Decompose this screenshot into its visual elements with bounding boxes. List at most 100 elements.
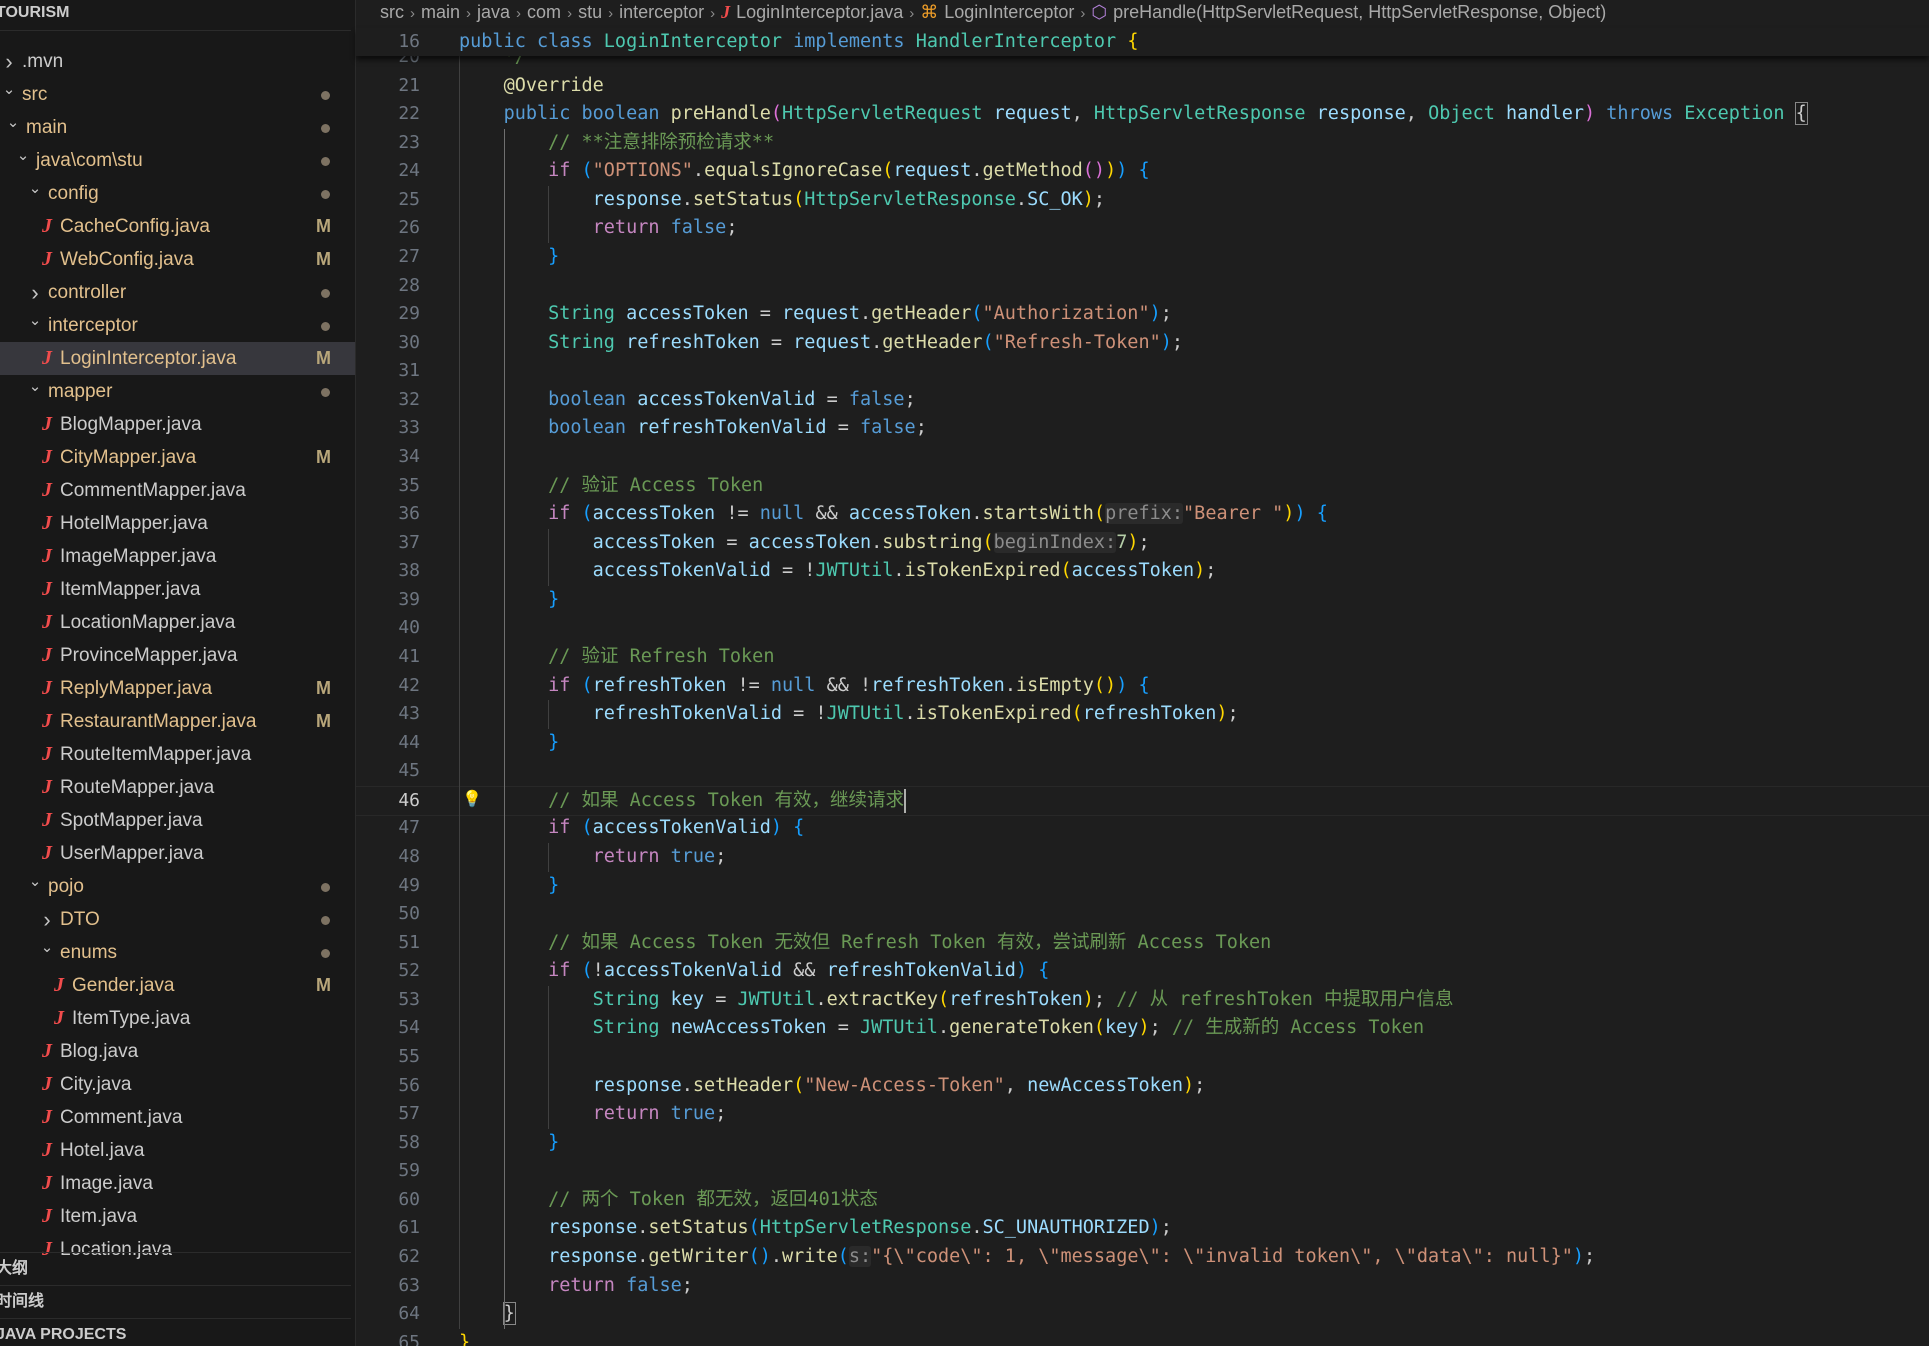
code-line[interactable]: 60 // 两个 Token 都无效，返回401状态	[356, 1186, 1929, 1215]
tree-file[interactable]: J ItemMapper.java	[0, 573, 355, 606]
chevron-down-icon[interactable]: ⌄	[0, 73, 18, 106]
code-line[interactable]: 29 String accessToken = request.getHeade…	[356, 300, 1929, 329]
tree-file[interactable]: J Blog.java	[0, 1035, 355, 1068]
code-line[interactable]: 43 refreshTokenValid = !JWTUtil.isTokenE…	[356, 700, 1929, 729]
chevron-down-icon[interactable]: ⌄	[14, 139, 32, 172]
tree-file[interactable]: J Hotel.java	[0, 1134, 355, 1167]
code-line[interactable]: 50	[356, 900, 1929, 929]
tree-file[interactable]: J WebConfig.java M	[0, 243, 355, 276]
panel-section-0[interactable]: 大纲	[0, 1252, 351, 1285]
chevron-down-icon[interactable]: ⌄	[26, 304, 44, 337]
breadcrumb-class[interactable]: LoginInterceptor	[944, 2, 1074, 22]
code-line[interactable]: 40	[356, 614, 1929, 643]
code-line[interactable]: 47 if (accessTokenValid) {	[356, 814, 1929, 843]
code-line[interactable]: 28	[356, 272, 1929, 301]
code-line[interactable]: 44 }	[356, 729, 1929, 758]
code-line[interactable]: 61 response.setStatus(HttpServletRespons…	[356, 1214, 1929, 1243]
breadcrumb-method[interactable]: preHandle(HttpServletRequest, HttpServle…	[1113, 2, 1606, 22]
code-line[interactable]: 63 return false;	[356, 1272, 1929, 1301]
breadcrumb-item[interactable]: java	[477, 2, 510, 22]
code-line[interactable]: 27 }	[356, 243, 1929, 272]
code-line[interactable]: 51 // 如果 Access Token 无效但 Refresh Token …	[356, 929, 1929, 958]
tree-file[interactable]: J ReplyMapper.java M	[0, 672, 355, 705]
code-line[interactable]: 30 String refreshToken = request.getHead…	[356, 329, 1929, 358]
tree-folder[interactable]: ⌄ java\com\stu	[0, 144, 355, 177]
tree-file[interactable]: J CommentMapper.java	[0, 474, 355, 507]
tree-folder[interactable]: ⌄ main	[0, 111, 355, 144]
code-line[interactable]: 36 if (accessToken != null && accessToke…	[356, 500, 1929, 529]
code-line[interactable]: 23 // **注意排除预检请求**	[356, 129, 1929, 158]
code-line[interactable]: 33 boolean refreshTokenValid = false;	[356, 414, 1929, 443]
code-line[interactable]: 54 String newAccessToken = JWTUtil.gener…	[356, 1014, 1929, 1043]
tree-file[interactable]: J City.java	[0, 1068, 355, 1101]
tree-folder[interactable]: ⌄ pojo	[0, 870, 355, 903]
code-line[interactable]: 64 }	[356, 1300, 1929, 1329]
tree-file[interactable]: J CityMapper.java M	[0, 441, 355, 474]
tree-file[interactable]: J ImageMapper.java	[0, 540, 355, 573]
tree-file[interactable]: J RestaurantMapper.java M	[0, 705, 355, 738]
panel-section-1[interactable]: 时间线	[0, 1285, 351, 1318]
code-line[interactable]: 52 if (!accessTokenValid && refreshToken…	[356, 957, 1929, 986]
tree-file[interactable]: J Comment.java	[0, 1101, 355, 1134]
code-line[interactable]: 57 return true;	[356, 1100, 1929, 1129]
code-line[interactable]: 49 }	[356, 872, 1929, 901]
tree-file[interactable]: J ItemType.java	[0, 1002, 355, 1035]
code-line[interactable]: 39 }	[356, 586, 1929, 615]
code-line[interactable]: 46 💡 // 如果 Access Token 有效，继续请求	[356, 785, 1929, 817]
tree-folder[interactable]: ⌄ mapper	[0, 375, 355, 408]
code-line[interactable]: 48 return true;	[356, 843, 1929, 872]
code-line[interactable]: 65}	[356, 1329, 1929, 1346]
code-line[interactable]: 37 accessToken = accessToken.substring(b…	[356, 529, 1929, 558]
code-line[interactable]: 20 */	[356, 56, 1929, 72]
tree-file[interactable]: J SpotMapper.java	[0, 804, 355, 837]
breadcrumb-item[interactable]: src	[380, 2, 404, 22]
breadcrumb-item[interactable]: stu	[578, 2, 602, 22]
tree-folder[interactable]: ⌄ config	[0, 177, 355, 210]
tree-file[interactable]: J LocationMapper.java	[0, 606, 355, 639]
code-line[interactable]: 38 accessTokenValid = !JWTUtil.isTokenEx…	[356, 557, 1929, 586]
tree-file[interactable]: J RouteItemMapper.java	[0, 738, 355, 771]
code-line[interactable]: 32 boolean accessTokenValid = false;	[356, 386, 1929, 415]
tree-file[interactable]: J HotelMapper.java	[0, 507, 355, 540]
tree-file[interactable]: J Item.java	[0, 1200, 355, 1233]
tree-file[interactable]: J RouteMapper.java	[0, 771, 355, 804]
tree-file[interactable]: J Gender.java M	[0, 969, 355, 1002]
tree-file[interactable]: J Image.java	[0, 1167, 355, 1200]
chevron-down-icon[interactable]: ⌄	[26, 172, 44, 205]
tree-file[interactable]: J CacheConfig.java M	[0, 210, 355, 243]
code-line[interactable]: 25 response.setStatus(HttpServletRespons…	[356, 186, 1929, 215]
breadcrumb-item[interactable]: interceptor	[619, 2, 704, 22]
code-line[interactable]: 41 // 验证 Refresh Token	[356, 643, 1929, 672]
tree-file[interactable]: J ProvinceMapper.java	[0, 639, 355, 672]
code-line[interactable]: 59	[356, 1157, 1929, 1186]
tree-folder[interactable]: › .mvn	[0, 45, 355, 78]
sticky-line[interactable]: 16 public class LoginInterceptor implemen…	[356, 28, 1929, 57]
explorer-section-title[interactable]: TOURISM	[0, 0, 351, 31]
breadcrumb-item[interactable]: main	[421, 2, 460, 22]
tree-folder[interactable]: ⌄ src	[0, 78, 355, 111]
breadcrumb-item[interactable]: com	[527, 2, 561, 22]
tree-folder[interactable]: ⌄ enums	[0, 936, 355, 969]
code-line[interactable]: 35 // 验证 Access Token	[356, 472, 1929, 501]
code-line[interactable]: 62 response.getWriter().write(s:"{\"code…	[356, 1243, 1929, 1272]
code-line[interactable]: 42 if (refreshToken != null && !refreshT…	[356, 672, 1929, 701]
code-area[interactable]: 20 */21 @Override 22 public boolean preHa…	[356, 56, 1929, 1346]
chevron-down-icon[interactable]: ⌄	[26, 370, 44, 403]
panel-section-2[interactable]: JAVA PROJECTS	[0, 1318, 351, 1346]
tree-folder[interactable]: ⌄ interceptor	[0, 309, 355, 342]
chevron-down-icon[interactable]: ⌄	[4, 106, 22, 139]
code-line[interactable]: 34	[356, 443, 1929, 472]
code-line[interactable]: 31	[356, 357, 1929, 386]
code-line[interactable]: 26 return false;	[356, 214, 1929, 243]
chevron-down-icon[interactable]: ⌄	[26, 865, 44, 898]
code-line[interactable]: 56 response.setHeader("New-Access-Token"…	[356, 1072, 1929, 1101]
code-line[interactable]: 24 if ("OPTIONS".equalsIgnoreCase(reques…	[356, 157, 1929, 186]
tree-file[interactable]: J LoginInterceptor.java M	[0, 342, 355, 375]
code-line[interactable]: 45	[356, 757, 1929, 786]
chevron-down-icon[interactable]: ⌄	[38, 931, 56, 964]
code-line[interactable]: 58 }	[356, 1129, 1929, 1158]
code-line[interactable]: 53 String key = JWTUtil.extractKey(refre…	[356, 986, 1929, 1015]
code-line[interactable]: 22 public boolean preHandle(HttpServletR…	[356, 100, 1929, 129]
tree-folder[interactable]: › controller	[0, 276, 355, 309]
tree-file[interactable]: J BlogMapper.java	[0, 408, 355, 441]
